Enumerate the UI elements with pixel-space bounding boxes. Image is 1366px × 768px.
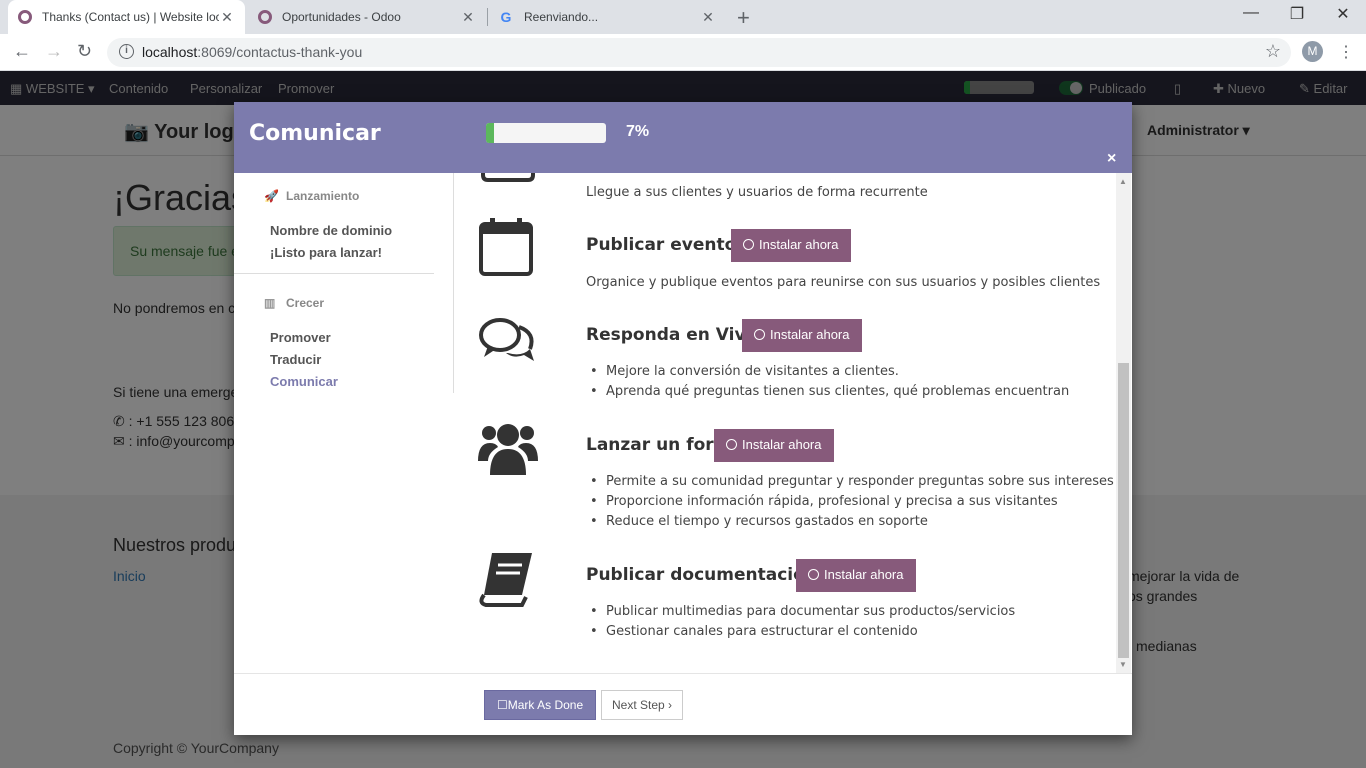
browser-tab-reenviando[interactable]: G Reenviando... ✕ [488,0,726,34]
mark-as-done-button[interactable]: ☐Mark As Done [484,690,597,720]
close-tab-icon[interactable]: ✕ [700,9,716,26]
section-lanzamiento: 🚀 Lanzamiento [264,189,360,203]
install-eventos-button[interactable]: Instalar ahora [731,229,851,262]
address-bar: ← → ↻ i localhost:8069/contactus-thank-y… [0,34,1366,71]
list-item: Mejore la conversión de visitantes a cli… [586,362,1069,382]
new-tab-icon[interactable]: + [737,5,750,31]
restore-icon[interactable]: ❐ [1274,4,1320,24]
modal-header: Comunicar 7% × [234,102,1132,173]
modal-scrollbar[interactable]: ▲ ▼ [1116,173,1131,673]
list-item: Proporcione información rápida, profesio… [586,492,1114,512]
feature-title-eventos: Publicar eventos [586,235,747,255]
url-text: localhost:8069/contactus-thank-you [142,44,363,60]
close-window-icon[interactable]: ✕ [1320,4,1366,24]
progress-label: 7% [626,123,650,140]
modal-title: Comunicar [249,121,381,146]
rocket-icon: 🚀 [264,189,279,203]
info-icon[interactable]: i [119,44,134,59]
browser-tab-bar: Thanks (Contact us) | Website loc ✕ Opor… [0,0,1366,34]
mail-icon [481,173,535,182]
scroll-up-icon[interactable]: ▲ [1119,177,1127,186]
reload-icon[interactable]: ↻ [77,41,92,62]
install-foro-button[interactable]: Instalar ahora [714,429,834,462]
google-favicon-icon: G [500,9,512,25]
download-circle-icon [754,329,765,340]
feature-title-vivo: Responda en Vivo [586,325,758,345]
odoo-favicon-icon [18,10,32,24]
progress-fill [486,123,495,143]
close-icon[interactable]: × [1107,150,1116,168]
sidebar-item-listo-lanzar[interactable]: ¡Listo para lanzar! [270,245,382,260]
minimize-icon[interactable]: — [1228,4,1274,22]
install-documentacion-button[interactable]: Instalar ahora [796,559,916,592]
users-icon [478,424,538,475]
list-item: Aprenda qué preguntas tienen sus cliente… [586,382,1069,402]
feature-bullets-documentacion: Publicar multimedias para documentar sus… [586,602,1015,642]
scroll-thumb[interactable] [1118,363,1129,658]
feature-title-documentacion: Publicar documentación [586,565,817,585]
feature-desc: Llegue a sus clientes y usuarios de form… [586,185,928,200]
features-list: Llegue a sus clientes y usuarios de form… [455,173,1115,673]
section-crecer: ▥ Crecer [264,296,325,310]
download-circle-icon [808,569,819,580]
tab-title: Oportunidades - Odoo [282,10,401,24]
book-icon [479,553,532,607]
next-step-button[interactable]: Next Step › [601,690,684,720]
close-tab-icon[interactable]: ✕ [460,9,476,26]
checkbox-icon: ☐ [497,698,508,712]
download-circle-icon [743,239,754,250]
progress-bar [486,123,606,143]
forward-icon[interactable]: → [45,41,63,62]
modal-footer: ☐Mark As Done Next Step › [234,673,1132,735]
tab-title: Reenviando... [524,10,599,24]
calendar-icon [479,218,533,276]
bookmark-star-icon[interactable]: ☆ [1265,41,1281,62]
list-item: Permite a su comunidad preguntar y respo… [586,472,1114,492]
communicate-dialog: Comunicar 7% × 🚀 Lanzamiento Nombre de do… [234,102,1132,735]
profile-avatar[interactable]: M [1302,41,1323,62]
steps-sidebar: 🚀 Lanzamiento Nombre de dominio ¡Listo pa… [234,173,454,393]
list-item: Publicar multimedias para documentar sus… [586,602,1015,622]
back-icon[interactable]: ← [13,41,31,62]
odoo-favicon-icon [258,10,272,24]
bar-chart-icon: ▥ [264,296,276,310]
install-vivo-button[interactable]: Instalar ahora [742,319,862,352]
url-field[interactable]: i localhost:8069/contactus-thank-you ☆ [107,38,1291,67]
browser-menu-icon[interactable]: ⋮ [1338,42,1354,62]
comments-icon [479,318,534,361]
list-item: Reduce el tiempo y recursos gastados en … [586,512,1114,532]
tab-title: Thanks (Contact us) | Website loc [42,10,219,24]
sidebar-item-promover[interactable]: Promover [270,330,331,345]
feature-bullets-vivo: Mejore la conversión de visitantes a cli… [586,362,1069,402]
sidebar-item-comunicar[interactable]: Comunicar [270,374,338,389]
chevron-right-icon: › [668,698,673,712]
feature-title-foro: Lanzar un foro [586,435,726,455]
browser-tab-oportunidades[interactable]: Oportunidades - Odoo ✕ [248,0,486,34]
divider [234,273,434,274]
feature-desc-eventos: Organice y publique eventos para reunirs… [586,275,1101,290]
close-tab-icon[interactable]: ✕ [219,9,235,26]
download-circle-icon [726,439,737,450]
feature-bullets-foro: Permite a su comunidad preguntar y respo… [586,472,1114,532]
scroll-down-icon[interactable]: ▼ [1119,660,1127,669]
browser-tab-thanks[interactable]: Thanks (Contact us) | Website loc ✕ [8,0,245,34]
list-item: Gestionar canales para estructurar el co… [586,622,1015,642]
sidebar-item-traducir[interactable]: Traducir [270,352,321,367]
sidebar-item-nombre-dominio[interactable]: Nombre de dominio [270,223,392,238]
